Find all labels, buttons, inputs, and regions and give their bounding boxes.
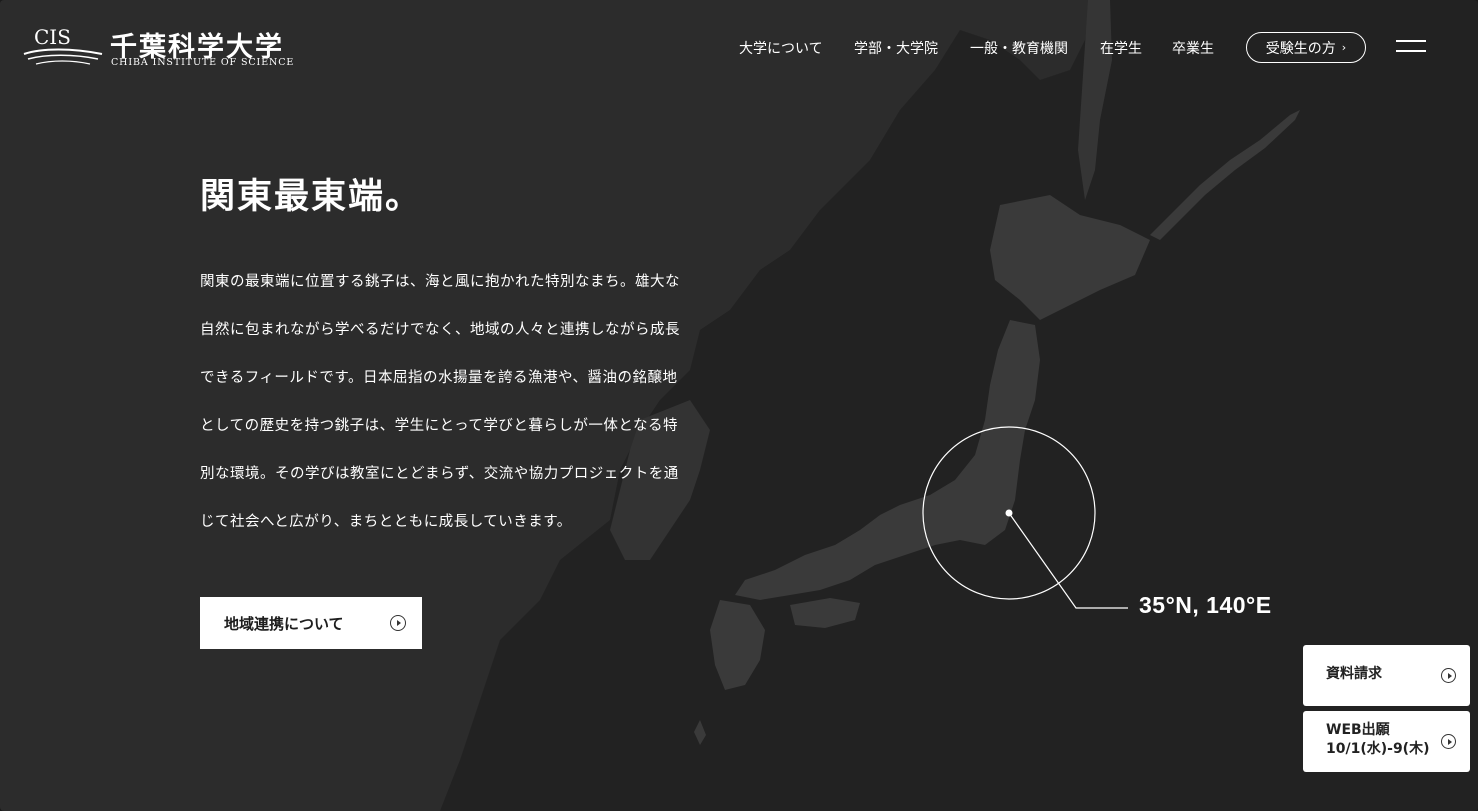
page-frame: CIS 千葉科学大学 CHIBA INSTITUTE OF SCIENCE 大学… [0, 0, 1478, 811]
paragraph-line: 自然に包まれながら学べるだけでなく、地域の人々と連携しながら成長 [200, 322, 680, 338]
regional-collaboration-button[interactable]: 地域連携について [200, 597, 422, 649]
hamburger-menu-icon[interactable] [1396, 38, 1426, 54]
brochure-request-button[interactable]: 資料請求 [1303, 645, 1470, 706]
arrow-circle-icon [1441, 734, 1456, 749]
coordinates-label: 35°N, 140°E [1139, 592, 1272, 618]
web-application-title: WEB出願 [1326, 722, 1390, 738]
paragraph-line: できるフィールドです。日本屈指の水揚量を誇る漁港や、醤油の銘醸地 [200, 370, 678, 386]
applicants-button[interactable]: 受験生の方 › [1246, 32, 1366, 63]
logo-mark-text: CIS [34, 25, 71, 49]
location-leader-line [1008, 512, 1128, 609]
page-headline: 関東最東端。 [200, 177, 423, 217]
menu-line [1396, 50, 1426, 52]
nav-item-general[interactable]: 一般・教育機関 [970, 38, 1068, 58]
paragraph-line: 関東の最東端に位置する銚子は、海と風に抱かれた特別なまち。雄大な [200, 274, 680, 290]
shikoku [790, 598, 860, 628]
paragraph-line: じて社会へと広がり、まちとともに成長していきます。 [200, 514, 572, 530]
web-application-dates: 10/1(水)-9(木) [1326, 741, 1430, 757]
paragraph-line: 別な環境。その学びは教室にとどまらず、交流や協力プロジェクトを通 [200, 466, 679, 482]
university-name-en: CHIBA INSTITUTE OF SCIENCE [111, 57, 295, 68]
kyushu [710, 600, 765, 690]
brochure-request-label: 資料請求 [1326, 666, 1382, 682]
nav-item-faculties[interactable]: 学部・大学院 [854, 38, 938, 58]
nav-item-about[interactable]: 大学について [739, 38, 823, 58]
nav-item-students[interactable]: 在学生 [1100, 38, 1142, 58]
arrow-circle-icon [1441, 668, 1456, 683]
web-application-label: WEB出願 10/1(水)-9(木) [1326, 721, 1429, 759]
arrow-circle-icon [390, 615, 406, 631]
site-logo[interactable]: CIS 千葉科学大学 CHIBA INSTITUTE OF SCIENCE [22, 24, 312, 72]
cis-logo-icon: CIS [23, 25, 103, 65]
intro-paragraph: 関東の最東端に位置する銚子は、海と風に抱かれた特別なまち。雄大な 自然に包まれな… [200, 258, 735, 546]
hokkaido [990, 195, 1150, 320]
menu-line [1396, 40, 1426, 42]
kuril-islands [1150, 110, 1300, 240]
southern-islands [694, 720, 706, 745]
honshu [735, 320, 1040, 600]
nav-item-alumni[interactable]: 卒業生 [1172, 38, 1214, 58]
applicants-button-label: 受験生の方 [1265, 40, 1336, 57]
web-application-button[interactable]: WEB出願 10/1(水)-9(木) [1303, 711, 1470, 772]
regional-collaboration-label: 地域連携について [224, 614, 344, 633]
paragraph-line: としての歴史を持つ銚子は、学生にとって学びと暮らしが一体となる特 [200, 418, 678, 434]
chevron-right-icon: › [1341, 41, 1347, 54]
